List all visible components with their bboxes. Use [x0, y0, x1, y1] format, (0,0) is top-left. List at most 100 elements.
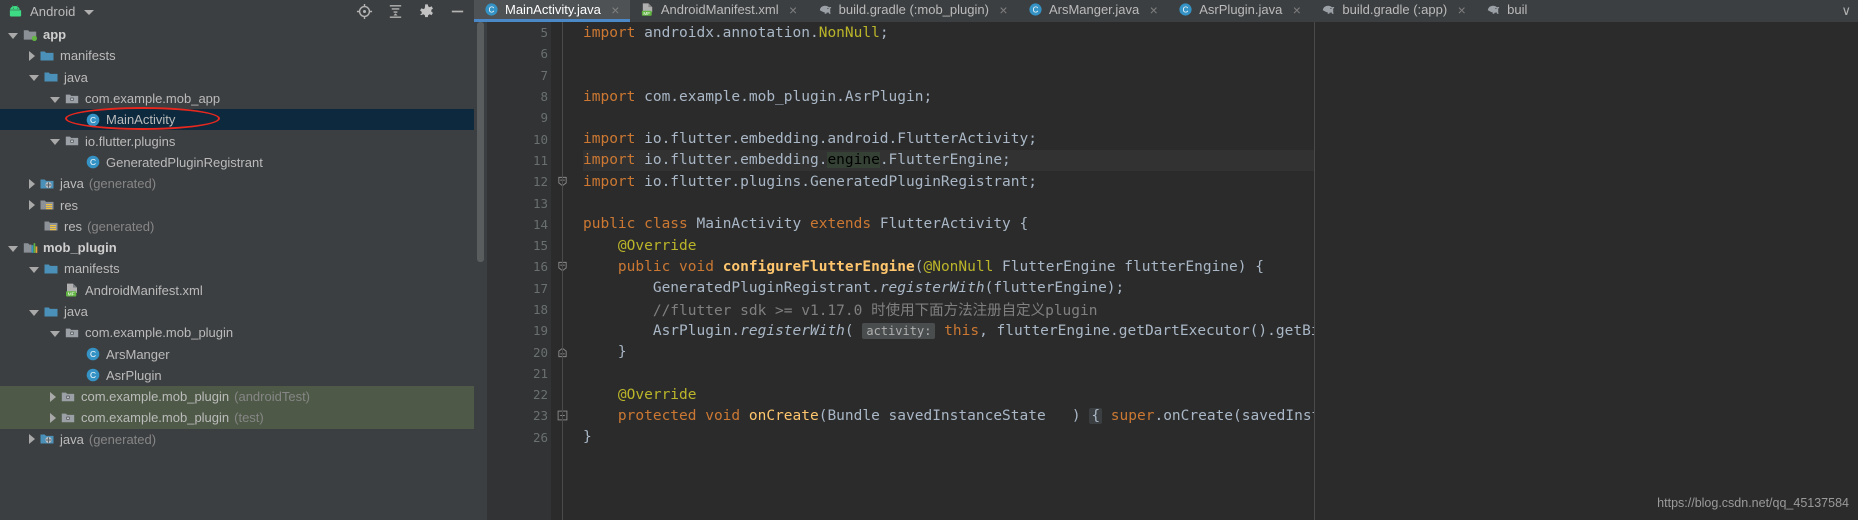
project-tree-panel[interactable]: app manifests java com.example.mob_app C Main… — [0, 22, 474, 520]
tree-row-res[interactable]: res (generated) — [0, 216, 474, 237]
chevron-down-icon[interactable] — [8, 32, 18, 39]
tree-row-manifests[interactable]: manifests — [0, 258, 474, 279]
editor-tab-mainactivity[interactable]: C MainActivity.java × — [474, 0, 630, 22]
code-line-7[interactable] — [583, 65, 1314, 86]
tab-close-icon[interactable]: × — [998, 3, 1009, 17]
tree-row-androidmanifest-xml[interactable]: MF AndroidManifest.xml — [0, 280, 474, 301]
tree-row-com-example-mob-plugin[interactable]: com.example.mob_plugin (androidTest) — [0, 386, 474, 408]
tree-row-asrplugin[interactable]: C AsrPlugin — [0, 365, 474, 386]
chevron-down-icon[interactable] — [50, 330, 60, 337]
editor-code-content[interactable]: import androidx.annotation. NonNull; impor… — [573, 22, 1314, 520]
tab-close-icon[interactable]: × — [610, 3, 621, 17]
line-number-text: 26 — [532, 429, 548, 445]
tree-row-res[interactable]: res — [0, 194, 474, 215]
code-line-15[interactable]: @Override — [583, 235, 1314, 256]
chevron-down-icon[interactable] — [29, 309, 39, 316]
folder-icon — [40, 51, 54, 61]
code-token: engine — [827, 152, 880, 169]
chevron-down-icon[interactable] — [29, 266, 39, 273]
tree-row-com-example-mob-plugin[interactable]: com.example.mob_plugin — [0, 322, 474, 343]
code-line-21[interactable] — [583, 363, 1314, 384]
chevron-right-icon[interactable] — [29, 434, 35, 445]
editor-tab-arsmanger[interactable]: C ArsManger.java × — [1018, 0, 1168, 22]
code-line-14[interactable]: public class MainActivity extends Flutte… — [583, 214, 1314, 235]
editor-tab-buildgradle-app[interactable]: build.gradle (:app) × — [1311, 0, 1476, 22]
tab-close-icon[interactable]: × — [788, 3, 799, 17]
code-line-26[interactable]: } — [583, 427, 1314, 448]
code-line-16[interactable]: public void configureFlutterEngine(@NonN… — [583, 256, 1314, 277]
collapse-all-icon[interactable] — [387, 3, 404, 20]
editor-tab-androidmanifest[interactable]: MF AndroidManifest.xml × — [630, 0, 808, 22]
code-line-17[interactable]: GeneratedPluginRegistrant. registerWith (f… — [583, 278, 1314, 299]
code-line-5[interactable]: import androidx.annotation. NonNull; — [583, 22, 1314, 43]
editor-tab-buildgradle-mobplugin[interactable]: build.gradle (:mob_plugin) × — [808, 0, 1018, 22]
tree-row-app[interactable]: app — [0, 24, 474, 45]
editor-tab-buildgradle-partial[interactable]: buil — [1476, 0, 1545, 22]
editor-fold-column[interactable] — [551, 22, 573, 520]
java-class-icon: C — [86, 156, 100, 169]
code-token: @Override — [617, 386, 697, 403]
tree-row-mob-plugin[interactable]: mob_plugin — [0, 237, 474, 258]
code-line-22[interactable]: @Override — [583, 384, 1314, 405]
tree-row-com-example-mob-plugin[interactable]: com.example.mob_plugin (test) — [0, 407, 474, 429]
chevron-down-icon[interactable] — [50, 96, 60, 103]
code-line-13[interactable] — [583, 192, 1314, 213]
module-library-icon — [23, 242, 38, 253]
tree-row-com-example-mob-app[interactable]: com.example.mob_app — [0, 88, 474, 109]
code-line-8[interactable]: import com.example.mob_plugin.AsrPlugin; — [583, 86, 1314, 107]
editor-line-number-gutter[interactable]: 5 6 7 8 9 10 11 12 13 14<> 15 16 17 18 19 20 21 22 23 26 — [487, 22, 567, 520]
line-number-text: 10 — [532, 131, 548, 147]
code-line-12[interactable]: import io.flutter.plugins.GeneratedPlugi… — [583, 171, 1314, 192]
tree-row-mainactivity[interactable]: C MainActivity — [0, 109, 474, 131]
tab-label: AndroidManifest.xml — [660, 2, 779, 17]
tab-close-icon[interactable]: × — [1148, 3, 1159, 17]
tree-row-label: MainActivity — [106, 112, 176, 128]
chevron-right-icon[interactable] — [29, 178, 35, 189]
tab-close-icon[interactable]: × — [1291, 3, 1302, 17]
minimize-icon[interactable] — [449, 3, 466, 20]
editor-area: 5 6 7 8 9 10 11 12 13 14<> 15 16 17 18 19 20 21 22 23 26 im… — [474, 22, 1858, 520]
tree-row-generatedpluginregistrant[interactable]: C GeneratedPluginRegistrant — [0, 152, 474, 173]
chevron-right-icon[interactable] — [29, 50, 35, 61]
code-line-23[interactable]: protected void onCreate (Bundle savedInst… — [583, 405, 1314, 426]
tree-row-arsmanger[interactable]: C ArsManger — [0, 343, 474, 364]
code-line-6[interactable] — [583, 43, 1314, 64]
main-body: app manifests java com.example.mob_app C Main… — [0, 22, 1858, 520]
code-token: protected void — [617, 407, 749, 424]
chevron-down-icon[interactable] — [83, 9, 94, 15]
code-line-19[interactable]: AsrPlugin. registerWith( activity: this, … — [583, 320, 1314, 341]
code-token: import — [583, 152, 645, 169]
tab-close-icon[interactable]: × — [1456, 3, 1467, 17]
tab-overflow-chevron-icon[interactable]: ∨ — [1834, 0, 1858, 22]
editor-tab-asrplugin[interactable]: C AsrPlugin.java × — [1168, 0, 1311, 22]
tree-row-io-flutter-plugins[interactable]: io.flutter.plugins — [0, 130, 474, 151]
tree-row-java[interactable]: java (generated) — [0, 173, 474, 194]
chevron-down-icon[interactable] — [50, 139, 60, 146]
gradle-elephant-icon — [1323, 5, 1335, 14]
svg-text:C: C — [90, 158, 96, 168]
code-line-18[interactable]: //flutter sdk >= v1.17.0 时使用下面方法注册自定义plu… — [583, 299, 1314, 320]
line-number-text: 15 — [532, 238, 548, 254]
tree-row-java[interactable]: java (generated) — [0, 429, 474, 450]
tree-row-java[interactable]: java — [0, 301, 474, 322]
chevron-right-icon[interactable] — [50, 391, 56, 402]
tree-row-manifests[interactable]: manifests — [0, 45, 474, 66]
gear-icon[interactable] — [418, 3, 435, 20]
chevron-down-icon[interactable] — [29, 75, 39, 82]
code-line-10[interactable]: import io.flutter.embedding.android.Flut… — [583, 128, 1314, 149]
tree-row-label: res — [60, 197, 79, 213]
line-number: 5 — [487, 22, 551, 43]
code-line-20[interactable]: } — [583, 341, 1314, 362]
chevron-down-icon[interactable] — [8, 245, 18, 252]
code-line-9[interactable] — [583, 107, 1314, 128]
tree-row-java[interactable]: java — [0, 67, 474, 88]
scrollbar-thumb[interactable] — [477, 22, 484, 262]
chevron-right-icon[interactable] — [50, 412, 56, 423]
chevron-right-icon[interactable] — [29, 200, 35, 211]
code-line-11[interactable]: import io.flutter.embedding. engine .Flutt… — [583, 149, 1314, 172]
target-icon[interactable] — [356, 3, 373, 20]
editor-vertical-scrollbar[interactable] — [474, 22, 487, 520]
editor-right-blank-pane: https://blog.csdn.net/qq_45137584 — [1314, 22, 1858, 520]
